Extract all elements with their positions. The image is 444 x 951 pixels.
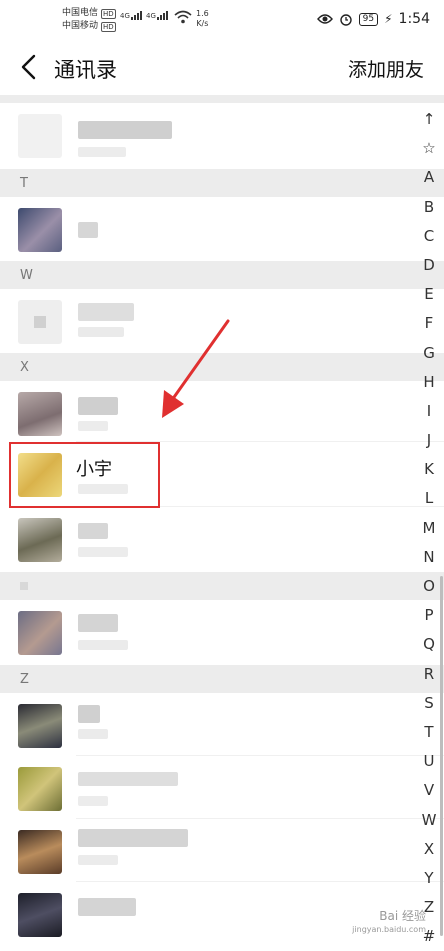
list-item[interactable] [0, 600, 444, 665]
section-header-z: Z [0, 665, 444, 693]
watermark: Bai 经验 jingyan.baidu.com [352, 909, 426, 934]
wifi-icon [174, 10, 192, 24]
index-letter[interactable]: D [414, 251, 444, 280]
index-letter[interactable]: F [414, 309, 444, 338]
index-letter[interactable]: B [414, 193, 444, 222]
index-letter[interactable]: C [414, 222, 444, 251]
scrollbar[interactable] [440, 576, 443, 936]
list-item[interactable] [0, 197, 444, 261]
status-bar: 中国电信 HD 中国移动 HD 4G 4G 1.6 K/s 95 ⚡ 1:54 [0, 0, 444, 40]
red-arrow-annotation [162, 319, 230, 418]
index-letter[interactable]: G [414, 339, 444, 368]
avatar [18, 300, 62, 344]
hd-badge: HD [101, 21, 116, 32]
alarm-icon [339, 14, 352, 26]
list-item[interactable] [0, 693, 444, 756]
clock: 1:54 [398, 11, 430, 27]
avatar [18, 893, 62, 937]
index-letter[interactable]: E [414, 280, 444, 309]
page-title: 通讯录 [54, 58, 117, 82]
section-header-w: W [0, 261, 444, 289]
add-friend-button[interactable]: 添加朋友 [348, 55, 424, 82]
index-letter[interactable]: K [414, 455, 444, 484]
avatar [18, 114, 62, 158]
index-letter[interactable]: L [414, 484, 444, 513]
eye-icon [316, 14, 333, 24]
list-item[interactable] [0, 756, 444, 819]
highlight-box [9, 442, 160, 508]
index-star[interactable]: ☆ [414, 134, 444, 163]
contact-list[interactable]: T W X 小宇 Z [0, 95, 444, 942]
index-letter[interactable]: N [414, 543, 444, 572]
back-arrow-icon[interactable] [18, 54, 42, 80]
index-letter[interactable]: A [414, 163, 444, 192]
list-item[interactable] [0, 103, 444, 169]
avatar [18, 518, 62, 562]
avatar [18, 611, 62, 655]
battery-level: 95 [358, 12, 379, 26]
carrier-1: 中国电信 [62, 8, 99, 18]
list-item[interactable] [0, 507, 444, 572]
carrier-info: 中国电信 HD 中国移动 HD [62, 7, 116, 33]
charging-icon: ⚡ [384, 12, 393, 26]
list-item[interactable] [0, 819, 444, 882]
index-letter[interactable]: M [414, 514, 444, 543]
avatar [18, 767, 62, 811]
signal-icon: 4G [120, 11, 142, 20]
avatar [18, 208, 62, 252]
hd-badge: HD [101, 8, 116, 19]
avatar [18, 704, 62, 748]
signal-icon: 4G [146, 11, 168, 20]
section-header-t: T [0, 169, 444, 197]
index-letter[interactable]: H [414, 368, 444, 397]
index-letter[interactable]: I [414, 397, 444, 426]
section-divider [0, 95, 444, 103]
nav-header: 通讯录 添加朋友 [0, 40, 444, 95]
index-letter[interactable]: J [414, 426, 444, 455]
net-speed: 1.6 K/s [196, 9, 209, 28]
section-header [0, 572, 444, 600]
index-up-arrow[interactable]: ↑ [414, 105, 444, 134]
avatar [18, 392, 62, 436]
avatar [18, 830, 62, 874]
carrier-2: 中国移动 [62, 21, 99, 31]
